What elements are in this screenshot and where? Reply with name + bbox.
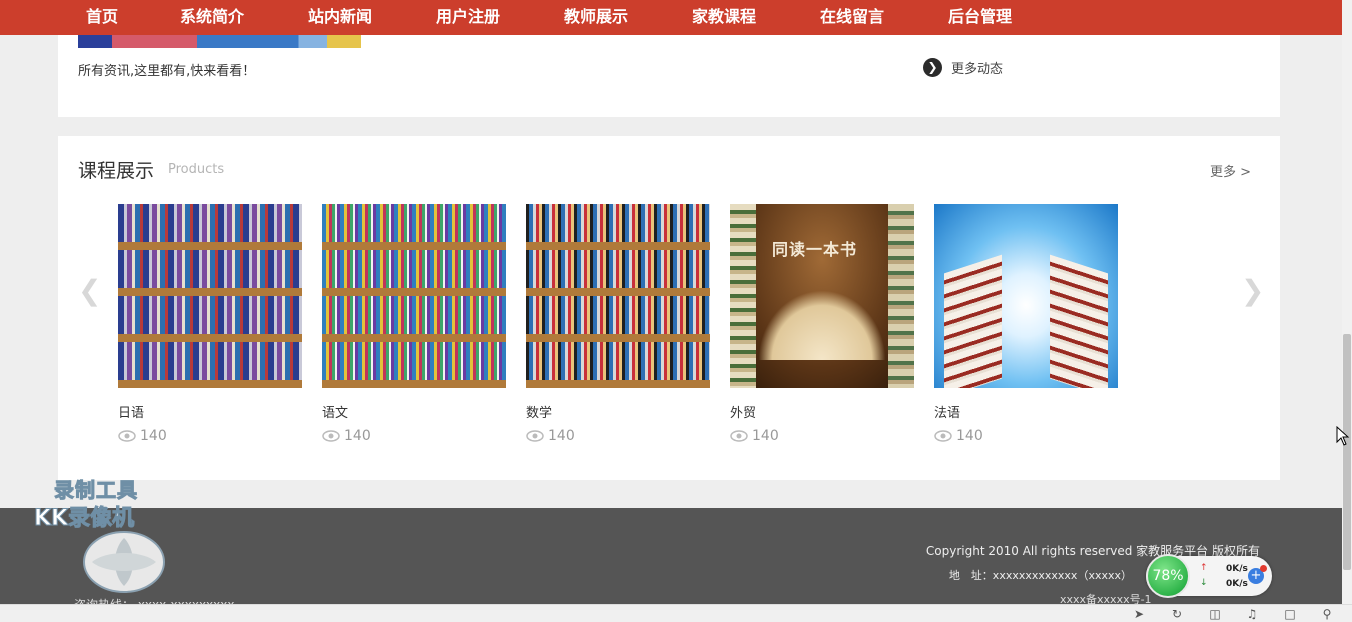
plus-icon[interactable]: +	[1248, 565, 1267, 584]
course-image-caption: 同读一本书	[772, 240, 858, 259]
course-card[interactable]: 日语 140	[118, 192, 302, 480]
vertical-scrollbar[interactable]	[1342, 0, 1352, 604]
nav-teachers[interactable]: 教师展示	[564, 5, 628, 29]
course-name[interactable]: 日语	[118, 402, 144, 421]
eye-icon	[730, 430, 748, 442]
course-card[interactable]: 法语 140	[934, 192, 1118, 480]
recorder-watermark: 录制工具 KK录像机	[33, 472, 168, 596]
course-image[interactable]	[526, 204, 710, 388]
scrollbar-thumb[interactable]	[1343, 334, 1351, 570]
course-views: 140	[526, 428, 575, 444]
course-name[interactable]: 数学	[526, 402, 552, 421]
products-subtitle: Products	[168, 162, 225, 177]
course-card[interactable]: 语文 140	[322, 192, 506, 480]
watermark-line2: KK录像机	[33, 506, 135, 532]
upload-speed: 0K/s	[1226, 564, 1248, 574]
download-speed: 0K/s	[1226, 579, 1248, 589]
memory-usage-gauge[interactable]: 78%	[1146, 554, 1190, 598]
course-views: 140	[934, 428, 983, 444]
view-count: 140	[344, 428, 371, 444]
news-banner-image[interactable]	[78, 35, 361, 48]
more-news-label: 更多动态	[951, 61, 1004, 77]
mouse-cursor-icon	[1336, 426, 1350, 446]
download-arrow-icon: ↓	[1200, 578, 1208, 588]
course-views: 140	[118, 428, 167, 444]
products-panel: 课程展示 Products 更多 > ❮ ❯ 日语 140 语文 140 数学 …	[58, 136, 1280, 480]
course-card[interactable]: 数学 140	[526, 192, 710, 480]
upload-arrow-icon: ↑	[1200, 563, 1208, 573]
course-name[interactable]: 语文	[322, 402, 348, 421]
browser-status-bar: ➤ ↻ ◫ ♫ □ ⚲	[0, 604, 1352, 622]
nav-admin[interactable]: 后台管理	[948, 5, 1012, 29]
chevron-right-icon: ❯	[923, 57, 942, 77]
course-views: 140	[322, 428, 371, 444]
nav-home[interactable]: 首页	[86, 5, 118, 29]
carousel-prev-icon[interactable]: ❮	[78, 276, 101, 306]
recorder-logo-icon	[83, 531, 165, 593]
course-image[interactable]	[322, 204, 506, 388]
main-nav: 首页 系统简介 站内新闻 用户注册 教师展示 家教课程 在线留言 后台管理	[0, 0, 1342, 35]
carousel-next-icon[interactable]: ❯	[1241, 276, 1264, 306]
course-image[interactable]	[118, 204, 302, 388]
nav-news[interactable]: 站内新闻	[308, 5, 372, 29]
volume-icon[interactable]: ♫	[1245, 607, 1259, 621]
course-views: 140	[730, 428, 779, 444]
course-name[interactable]: 法语	[934, 402, 960, 421]
course-name[interactable]: 外贸	[730, 402, 756, 421]
nav-courses[interactable]: 家教课程	[692, 5, 756, 29]
trash-icon[interactable]: ◫	[1208, 607, 1222, 621]
course-image[interactable]	[934, 204, 1118, 388]
nav-register[interactable]: 用户注册	[436, 5, 500, 29]
network-speed-widget[interactable]: 78% ↑ 0K/s ↓ 0K/s +	[1146, 554, 1272, 598]
eye-icon	[322, 430, 340, 442]
course-image[interactable]: 同读一本书	[730, 204, 914, 388]
news-description: 所有资讯,这里都有,快来看看！	[78, 64, 256, 79]
watermark-line1: 录制工具	[54, 478, 138, 503]
search-icon[interactable]: ⚲	[1320, 607, 1334, 621]
footer-address: 地 址：xxxxxxxxxxxxx（xxxxx）	[948, 569, 1132, 582]
view-count: 140	[140, 428, 167, 444]
eye-icon	[526, 430, 544, 442]
rocket-icon[interactable]: ➤	[1132, 607, 1146, 621]
view-count: 140	[752, 428, 779, 444]
eye-icon	[118, 430, 136, 442]
footer: Copyright 2010 All rights reserved 家教服务平…	[0, 508, 1342, 612]
view-count: 140	[956, 428, 983, 444]
products-title: 课程展示	[78, 160, 155, 182]
nav-messages[interactable]: 在线留言	[820, 5, 884, 29]
news-panel: 所有资讯,这里都有,快来看看！ ❯ 更多动态	[58, 35, 1280, 117]
more-news-link[interactable]: ❯ 更多动态	[923, 57, 1003, 77]
refresh-icon[interactable]: ↻	[1170, 607, 1184, 621]
products-more-link[interactable]: 更多 >	[1210, 161, 1251, 180]
nav-about[interactable]: 系统简介	[180, 5, 244, 29]
view-count: 140	[548, 428, 575, 444]
window-icon[interactable]: □	[1283, 607, 1297, 621]
course-card[interactable]: 同读一本书 外贸 140	[730, 192, 914, 480]
eye-icon	[934, 430, 952, 442]
